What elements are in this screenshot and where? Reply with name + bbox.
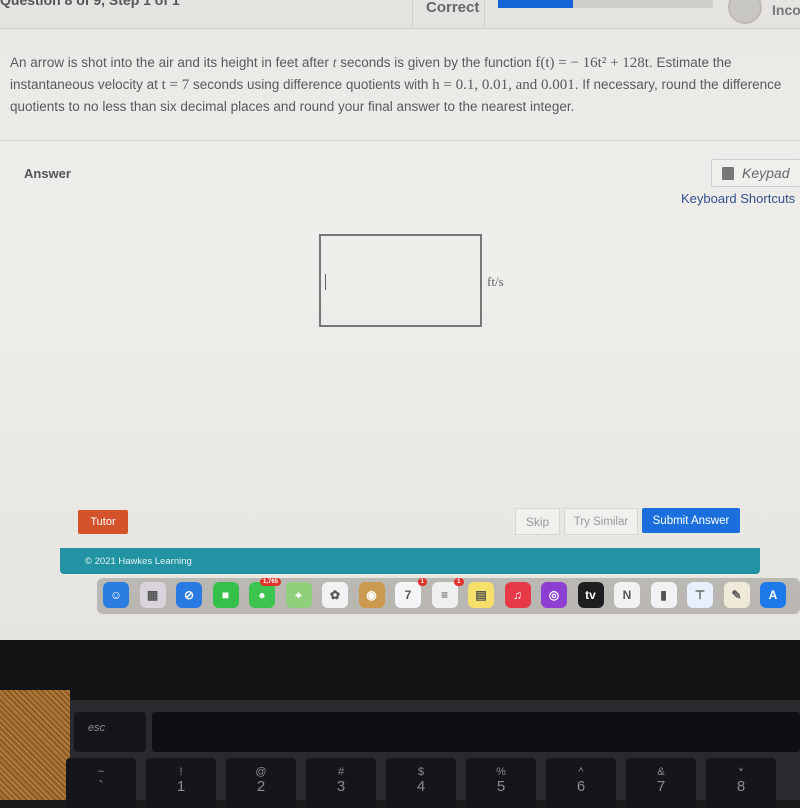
question-header: Question 8 of 9, Step 1 of 1 Correct Inc… — [0, 0, 800, 29]
podcasts-icon[interactable]: ◎ — [541, 582, 567, 608]
divider — [484, 0, 485, 28]
key-label: 7 — [656, 778, 666, 795]
key-label: 1 — [176, 778, 186, 795]
messages-icon[interactable]: ● 1,765 — [249, 578, 281, 608]
key-`[interactable]: ~ ` — [66, 758, 136, 808]
key-label: 5 — [496, 778, 506, 795]
key-label: 8 — [736, 778, 746, 795]
question-progress-label: Question 8 of 9, Step 1 of 1 — [0, 0, 180, 8]
esc-key[interactable]: esc — [74, 712, 146, 752]
function-expression: f(t) = − 16t² + 128t — [535, 55, 649, 71]
skip-button[interactable]: Skip — [515, 508, 560, 535]
browser-screen: Question 8 of 9, Step 1 of 1 Correct Inc… — [0, 0, 800, 640]
key-7[interactable]: & 7 — [626, 758, 696, 808]
correct-label: Correct — [426, 0, 480, 16]
touch-bar[interactable] — [152, 712, 800, 752]
key-shift-label: @ — [255, 766, 267, 778]
key-label: 6 — [576, 778, 586, 795]
key-shift-label: ~ — [97, 766, 105, 778]
maps-icon[interactable]: ⌖ — [285, 582, 312, 608]
question-text: An arrow is shot into the air and its he… — [10, 52, 798, 117]
key-shift-label: % — [496, 766, 506, 778]
key-2[interactable]: @2 — [226, 758, 296, 808]
esc-label: esc — [88, 722, 106, 734]
dock: ☺ ▦ ⊘ ■ ● 1,765 ⌖ ✿ ◉ 7 1 ≡ 1 ▤ ♫ ◎ tv N ▮ ⊤ ✎ A — [97, 578, 800, 614]
facetime-icon[interactable]: ■ — [212, 582, 239, 608]
section-divider — [0, 140, 800, 141]
key-shift-label: ^ — [578, 766, 584, 778]
key-8[interactable]: * 8 — [706, 758, 776, 808]
calendar-icon[interactable]: 71 — [395, 578, 427, 608]
question-text-part: seconds is given by the function — [336, 55, 536, 70]
calculator-icon — [722, 166, 734, 180]
contacts-icon[interactable]: ◉ — [358, 582, 385, 608]
music-icon[interactable]: ♫ — [504, 582, 531, 608]
divider — [412, 0, 413, 28]
keypad-label: Keypad — [742, 165, 790, 181]
news-icon[interactable]: N — [614, 582, 640, 608]
key-label: 2 — [256, 778, 266, 795]
key-6[interactable]: ^ 6 — [546, 758, 616, 808]
key-shift-label: # — [337, 766, 345, 778]
unit-label: ft/s — [487, 274, 504, 289]
numbers-icon[interactable]: ▮ — [650, 582, 677, 608]
key-3[interactable]: #3 — [306, 758, 376, 808]
submit-answer-button[interactable]: Submit Answer — [642, 508, 740, 533]
key-shift-label: $ — [417, 766, 425, 778]
key-shift-label: * — [738, 766, 744, 778]
notification-badge: 1,765 — [259, 578, 281, 586]
key-4[interactable]: $4 — [386, 758, 456, 808]
key-shift-label: ! — [179, 766, 183, 778]
incorrect-label: Inco — [772, 2, 800, 18]
keypad-button[interactable]: Keypad — [711, 159, 800, 187]
question-text-part: seconds using difference quotients with — [189, 77, 433, 92]
key-label: ` — [98, 778, 104, 795]
notification-badge: 1 — [454, 578, 464, 586]
key-1[interactable]: ! 1 — [146, 758, 216, 808]
pages-icon[interactable]: ✎ — [723, 582, 750, 608]
finder-icon[interactable]: ☺ — [103, 582, 129, 608]
launchpad-icon[interactable]: ▦ — [139, 582, 166, 608]
answer-label: Answer — [24, 166, 71, 181]
key-label: 3 — [336, 778, 346, 795]
keyboard-shortcuts-link[interactable]: Keyboard Shortcuts — [681, 191, 795, 206]
appstore-icon[interactable]: A — [760, 582, 786, 608]
tutor-button[interactable]: Tutor — [78, 510, 128, 534]
answer-input[interactable] — [319, 234, 482, 327]
key-label: 4 — [416, 778, 426, 795]
key-shift-label: & — [657, 766, 665, 778]
text-cursor — [325, 274, 326, 290]
key-5[interactable]: % 5 — [466, 758, 536, 808]
speaker-grille — [0, 690, 70, 800]
h-values: h = 0.1, 0.01, and 0.001 — [432, 77, 575, 93]
incorrect-icon — [728, 0, 762, 24]
t-value: t = 7 — [161, 77, 190, 93]
score-progress-bar — [498, 0, 713, 8]
notes-icon[interactable]: ▤ — [468, 582, 494, 608]
keynote-icon[interactable]: ⊤ — [687, 582, 713, 608]
question-text-part: An arrow is shot into the air and its he… — [10, 55, 333, 70]
copyright-text: © 2021 Hawkes Learning — [85, 556, 192, 567]
score-progress-fill — [498, 0, 574, 8]
try-similar-button[interactable]: Try Similar — [564, 508, 638, 535]
appletv-icon[interactable]: tv — [577, 582, 604, 608]
reminders-icon[interactable]: ≡ 1 — [431, 578, 464, 608]
safari-icon[interactable]: ⊘ — [176, 582, 202, 608]
notification-badge: 1 — [417, 578, 427, 586]
photos-icon[interactable]: ✿ — [322, 582, 348, 608]
footer: © 2021 Hawkes Learning — [60, 548, 760, 574]
laptop-bezel — [0, 640, 800, 700]
